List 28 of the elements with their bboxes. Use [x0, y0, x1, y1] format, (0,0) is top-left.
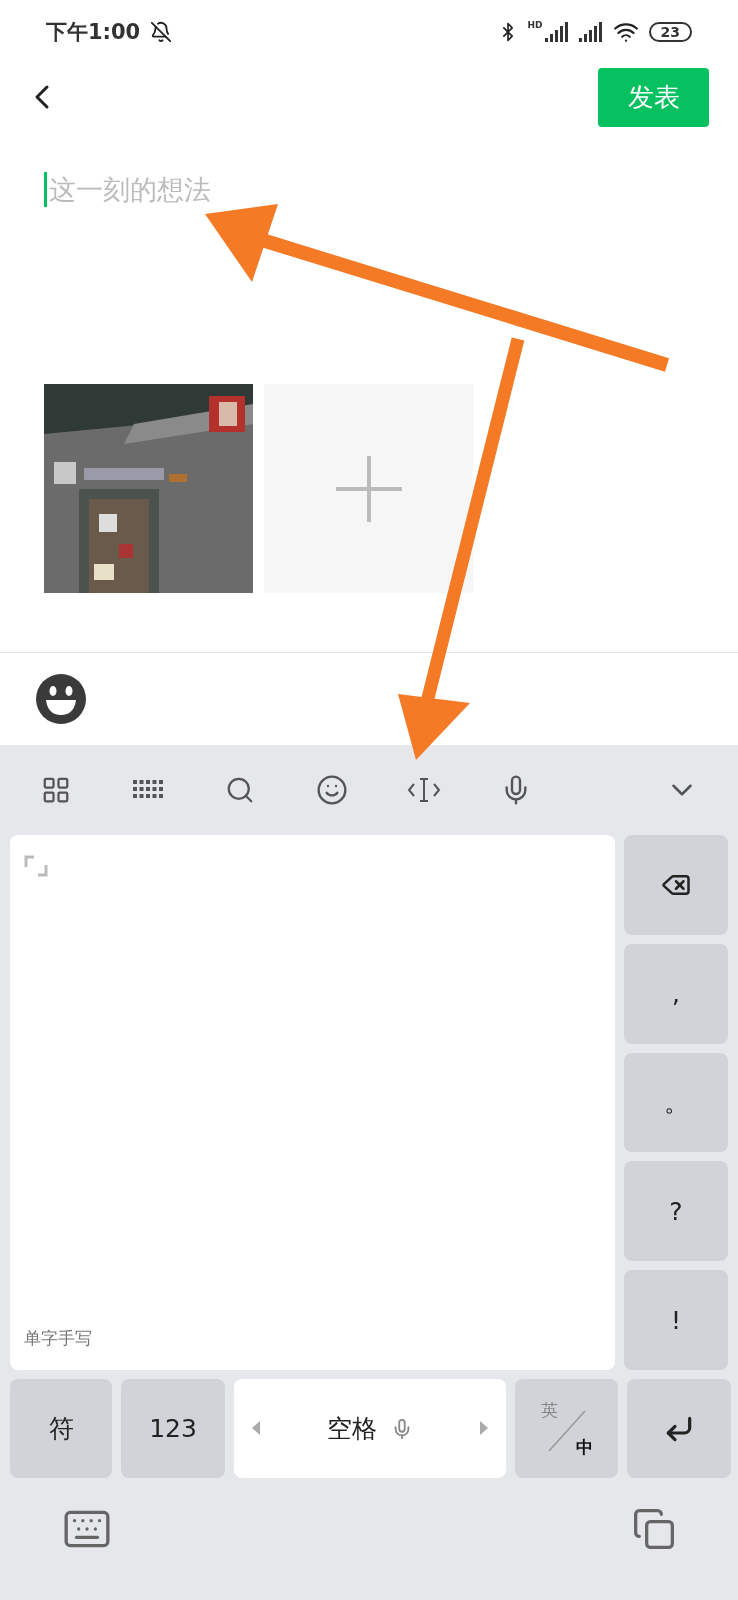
backspace-key[interactable] [624, 835, 728, 935]
status-time: 下午1:00 [46, 19, 141, 46]
battery-level: 23 [648, 22, 692, 42]
grid-icon[interactable] [41, 775, 71, 805]
punctuation-key[interactable]: ? [624, 1161, 728, 1262]
punctuation-key[interactable]: , [624, 943, 728, 1044]
keyboard-key[interactable]: 符 [10, 1379, 112, 1478]
mute-icon [150, 21, 173, 43]
left-arrow-icon [252, 1421, 260, 1435]
smiley-icon[interactable] [316, 774, 348, 806]
space-key[interactable]: 空格 [234, 1379, 506, 1478]
language-switch-key[interactable]: 英 中 [515, 1379, 618, 1478]
search-icon[interactable] [225, 775, 255, 805]
plus-icon [335, 455, 402, 522]
emoji-icon[interactable] [36, 674, 86, 724]
signal-icon [578, 22, 603, 42]
punctuation-key[interactable]: 。 [624, 1052, 728, 1153]
handwriting-mode-label: 单字手写 [24, 1327, 93, 1350]
network-label: HD [527, 20, 543, 30]
handwriting-pad[interactable]: 单字手写 [10, 835, 615, 1370]
keyboard-key[interactable]: 123 [121, 1379, 225, 1478]
expand-icon [24, 855, 48, 877]
right-arrow-icon [480, 1421, 488, 1435]
clipboard-icon[interactable] [632, 1507, 676, 1551]
signal-icon [544, 22, 569, 42]
text-cursor-icon[interactable] [407, 776, 441, 804]
add-photo-button[interactable] [264, 384, 473, 593]
punctuation-key[interactable]: ! [624, 1270, 728, 1370]
